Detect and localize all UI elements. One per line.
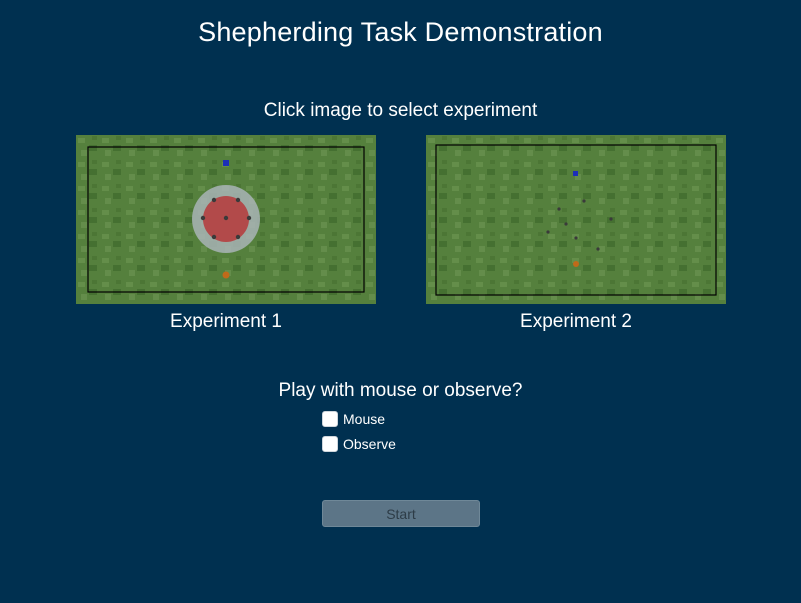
observe-option-label: Observe: [343, 436, 396, 452]
page-title: Shepherding Task Demonstration: [198, 17, 603, 47]
experiment-1-thumbnail[interactable]: [76, 135, 376, 304]
experiment-1-caption: Experiment 1: [170, 311, 282, 332]
herder-agent-marker: [573, 171, 578, 176]
app-window: Shepherding Task Demonstration Click ima…: [0, 0, 801, 603]
experiment-2-field-image: [426, 135, 726, 304]
experiment-2-caption: Experiment 2: [520, 311, 632, 332]
mouse-checkbox[interactable]: [322, 411, 338, 427]
mouse-option[interactable]: Mouse: [322, 410, 385, 428]
observe-checkbox[interactable]: [322, 436, 338, 452]
experiment-2-thumbnail[interactable]: [426, 135, 726, 304]
mouse-option-label: Mouse: [343, 411, 386, 427]
observe-option[interactable]: Observe: [322, 435, 396, 453]
sheep-agent-marker: [573, 261, 579, 267]
start-button[interactable]: Start: [322, 500, 480, 527]
mode-question: Play with mouse or observe?: [278, 380, 523, 401]
experiment-1-field-image: [76, 135, 376, 304]
herder-agent-marker: [223, 160, 229, 166]
page-subtitle: Click image to select experiment: [263, 100, 538, 121]
sheep-agent-marker: [222, 271, 230, 279]
grass-background: [426, 135, 726, 304]
